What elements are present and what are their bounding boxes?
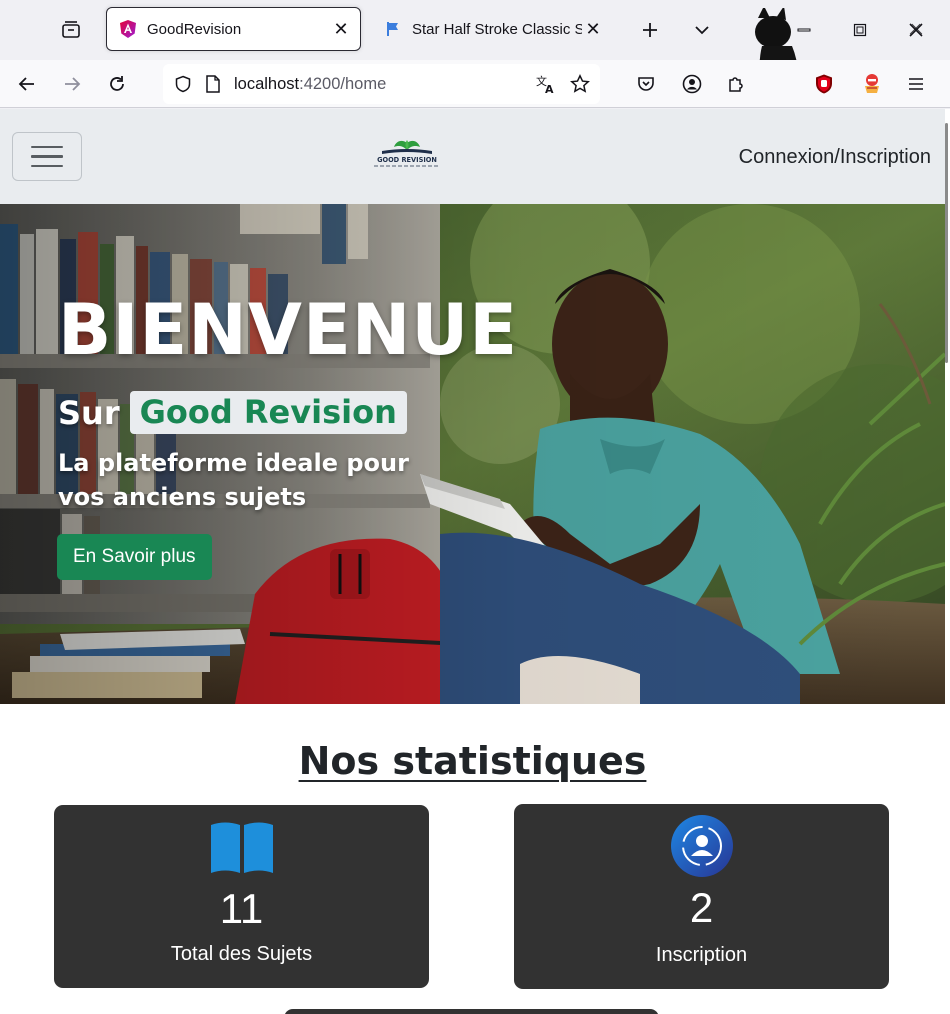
- list-all-tabs-chevron-icon[interactable]: [688, 16, 716, 44]
- hero-sur-text: Sur: [58, 393, 120, 432]
- back-arrow-icon[interactable]: [11, 68, 43, 100]
- close-tab-icon[interactable]: ✕: [582, 18, 604, 40]
- hero-subtitle: La plateforme ideale pour vos anciens su…: [58, 449, 409, 511]
- browser-window: GoodRevision ✕ Star Half Stroke Classic …: [0, 0, 950, 1014]
- good-revision-logo[interactable]: GOOD REVISION: [362, 139, 452, 169]
- shield-icon[interactable]: [170, 71, 196, 97]
- minimize-window-icon[interactable]: [788, 14, 820, 46]
- tab-title: GoodRevision: [147, 20, 242, 38]
- close-window-icon[interactable]: [900, 14, 932, 46]
- scrollbar-thumb[interactable]: [945, 123, 948, 363]
- extensions-puzzle-icon[interactable]: [720, 68, 752, 100]
- ublock-shield-icon[interactable]: [808, 68, 840, 100]
- extension-avatar-icon[interactable]: [856, 68, 888, 100]
- stat-value: 11: [219, 885, 264, 932]
- reload-icon[interactable]: [101, 68, 133, 100]
- site-header: GOOD REVISION Connexion/Inscription: [0, 109, 945, 204]
- bookmark-star-icon[interactable]: [567, 71, 593, 97]
- firefox-view-button[interactable]: [52, 12, 90, 48]
- brand-name-badge: Good Revision: [129, 391, 407, 434]
- stat-value: 2: [689, 884, 714, 931]
- stat-card-partial: [284, 1009, 659, 1014]
- hero-tagline: Sur Good Revision: [58, 391, 407, 434]
- tab-star-half-stroke[interactable]: Star Half Stroke Classic Solid ✕: [372, 7, 612, 51]
- svg-text:A: A: [545, 83, 554, 95]
- learn-more-button[interactable]: En Savoir plus: [57, 534, 212, 580]
- maximize-window-icon[interactable]: [844, 14, 876, 46]
- close-tab-icon[interactable]: ✕: [330, 18, 352, 40]
- stat-card-registrations: 2 Inscription: [514, 804, 889, 989]
- stats-section-title: Nos statistiques: [298, 739, 647, 783]
- tab-goodrevision[interactable]: GoodRevision ✕: [106, 7, 361, 51]
- svg-text:GOOD REVISION: GOOD REVISION: [377, 156, 437, 164]
- app-menu-hamburger-icon[interactable]: [900, 68, 932, 100]
- navigation-toolbar: localhost:4200/home 文A: [0, 60, 950, 108]
- tab-title: Star Half Stroke Classic Solid: [412, 20, 582, 38]
- tab-strip: GoodRevision ✕ Star Half Stroke Classic …: [0, 0, 950, 100]
- stat-label: Inscription: [655, 944, 748, 966]
- stat-card-subjects: 11 Total des Sujets: [54, 805, 429, 988]
- forward-arrow-icon[interactable]: [56, 68, 88, 100]
- translate-icon[interactable]: 文A: [533, 71, 559, 97]
- account-icon[interactable]: [676, 68, 708, 100]
- login-register-link[interactable]: Connexion/Inscription: [739, 146, 931, 169]
- new-tab-plus-icon[interactable]: [636, 16, 664, 44]
- page-scrollbar[interactable]: [945, 109, 950, 1014]
- book-icon: [210, 822, 273, 873]
- hamburger-line: [31, 155, 63, 158]
- angular-icon: [118, 19, 138, 39]
- url-bar[interactable]: localhost:4200/home 文A: [163, 64, 600, 104]
- pocket-icon[interactable]: [630, 68, 662, 100]
- flag-icon: [383, 19, 403, 39]
- stat-label: Total des Sujets: [170, 943, 313, 965]
- hero-title: BIENVENUE: [58, 289, 519, 371]
- hamburger-line: [31, 164, 63, 168]
- user-cycle-icon: [670, 815, 733, 877]
- page-document-icon[interactable]: [200, 71, 226, 97]
- url-text[interactable]: localhost:4200/home: [234, 75, 533, 94]
- navbar-toggler-button[interactable]: [12, 132, 82, 181]
- page-viewport: GOOD REVISION Connexion/Inscription BIEN…: [0, 109, 945, 1014]
- hero-banner: BIENVENUE Sur Good Revision La plateform…: [0, 204, 945, 704]
- hamburger-line: [31, 145, 63, 149]
